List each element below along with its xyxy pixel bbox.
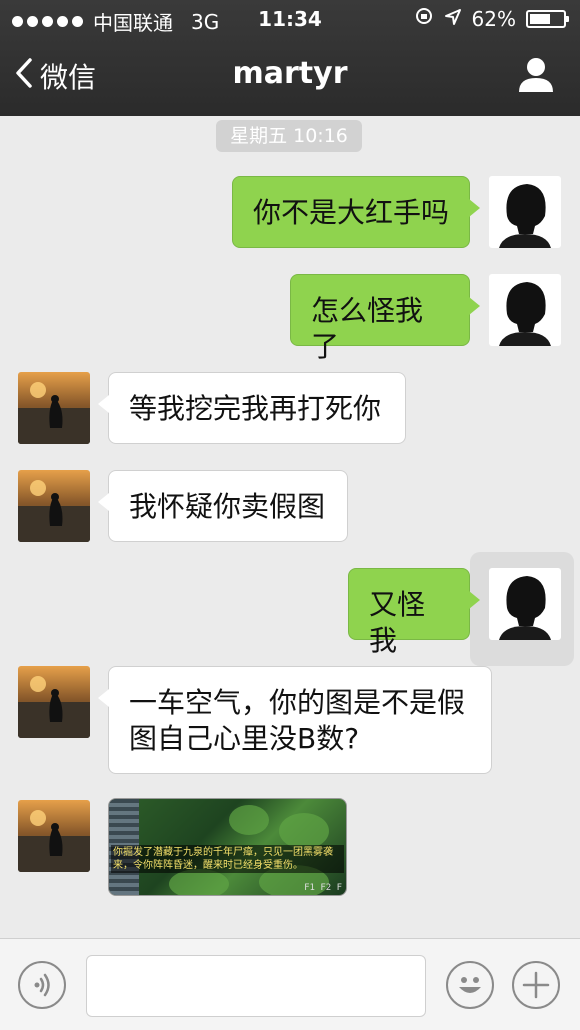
- plus-icon: [522, 971, 550, 999]
- message-timestamp: 星期五 10:16: [216, 120, 362, 152]
- my-avatar[interactable]: [489, 568, 561, 640]
- message-bubble-sent[interactable]: 怎么怪我了: [290, 274, 480, 363]
- battery-percent: 62%: [471, 6, 516, 31]
- message-bubble-received[interactable]: 我怀疑你卖假图: [98, 470, 348, 542]
- emoji-icon: [459, 977, 481, 993]
- my-avatar[interactable]: [489, 274, 561, 346]
- more-button[interactable]: [512, 961, 560, 1009]
- voice-button[interactable]: [18, 961, 66, 1009]
- status-bar: 中国联通 3G 11:34 62%: [0, 0, 580, 38]
- image-message[interactable]: 你掘发了潜藏于九泉的千年尸瘴，只见一团黑雾袭来，令你阵阵昏迷，醒来时已经身受重伤…: [108, 798, 347, 896]
- message-text: 你不是大红手吗: [253, 196, 450, 229]
- chat-area[interactable]: 星期五 10:16 你不是大红手吗 怎么怪我了 等我挖完我再打死你 我怀疑你卖假…: [0, 116, 580, 938]
- my-avatar[interactable]: [489, 176, 561, 248]
- message-bubble-sent[interactable]: 你不是大红手吗: [232, 176, 480, 248]
- chat-screen: 中国联通 3G 11:34 62% 微信 martyr 星期五 10:16 你不…: [0, 0, 580, 1030]
- contact-avatar[interactable]: [18, 470, 90, 542]
- message-bubble-received[interactable]: 一车空气，你的图是不是假图自己心里没B数?: [98, 666, 492, 774]
- image-hotkeys-text: F1 F2 F: [304, 883, 342, 893]
- contact-avatar[interactable]: [18, 800, 90, 872]
- image-caption-text: 你掘发了潜藏于九泉的千年尸瘴，只见一团黑雾袭来，令你阵阵昏迷，醒来时已经身受重伤…: [111, 845, 344, 873]
- voice-icon: [34, 973, 50, 997]
- message-text: 等我挖完我再打死你: [129, 392, 382, 425]
- input-bar: [0, 938, 580, 1030]
- message-input[interactable]: [86, 955, 426, 1017]
- message-text: 我怀疑你卖假图: [129, 490, 326, 523]
- message-bubble-received[interactable]: 等我挖完我再打死你: [98, 372, 406, 444]
- message-text: 一车空气，你的图是不是假图自己心里没B数?: [129, 686, 466, 755]
- top-bar: 中国联通 3G 11:34 62% 微信 martyr: [0, 0, 580, 116]
- chat-title: martyr: [232, 56, 348, 91]
- nav-bar: 微信 martyr: [0, 38, 580, 116]
- profile-button[interactable]: [516, 54, 556, 94]
- person-icon: [519, 58, 553, 92]
- location-icon: [444, 7, 462, 31]
- message-bubble-sent[interactable]: 又怪我: [348, 568, 480, 657]
- rotation-lock-icon: [414, 6, 434, 31]
- message-text: 怎么怪我了: [311, 294, 424, 363]
- message-text: 又怪我: [369, 588, 426, 657]
- battery-icon: [526, 9, 569, 28]
- contact-avatar[interactable]: [18, 666, 90, 738]
- emoji-button[interactable]: [446, 961, 494, 1009]
- contact-avatar[interactable]: [18, 372, 90, 444]
